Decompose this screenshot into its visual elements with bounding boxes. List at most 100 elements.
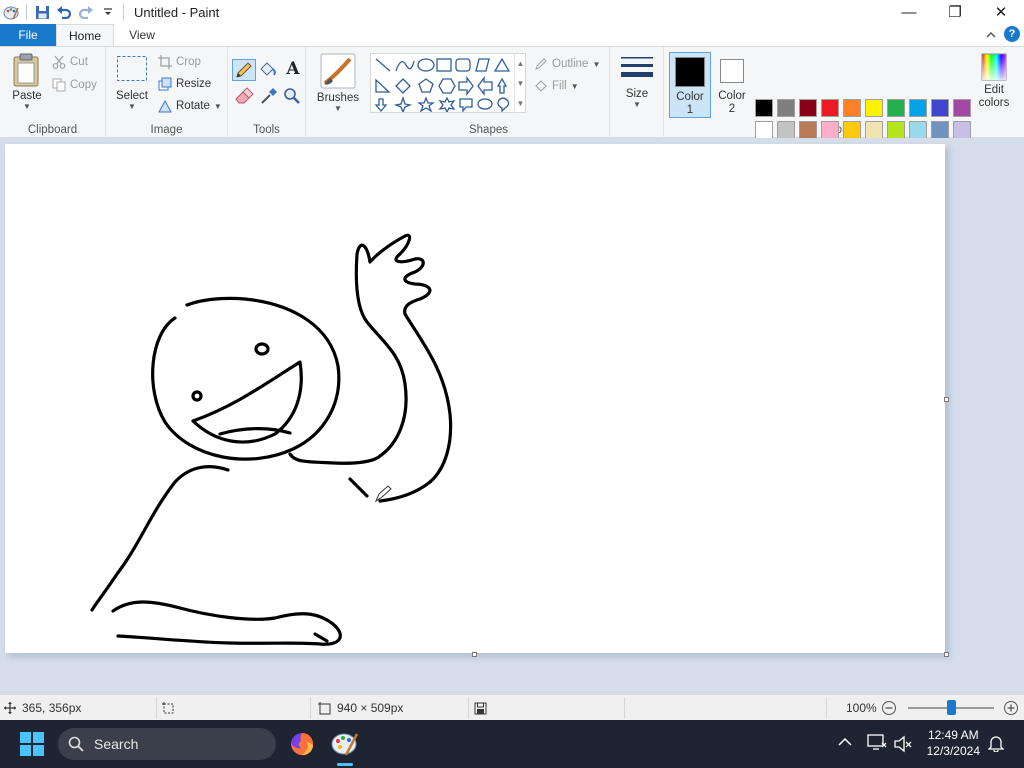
- palette-color-swatch[interactable]: [953, 121, 971, 139]
- save-icon[interactable]: [31, 1, 53, 23]
- bell-icon: [987, 736, 1005, 753]
- canvas-resize-handle-right[interactable]: [944, 397, 949, 402]
- undo-icon[interactable]: [53, 1, 75, 23]
- clipboard-group: Paste ▼ Cut Copy Clipboard: [0, 47, 106, 138]
- tab-home[interactable]: Home: [56, 24, 114, 47]
- gallery-scroll-down-icon[interactable]: ▼: [517, 79, 525, 88]
- network-tray[interactable]: [867, 734, 887, 755]
- drawing-canvas[interactable]: [5, 144, 945, 653]
- zoom-slider-thumb[interactable]: [946, 700, 956, 715]
- size-group: Size ▼: [610, 47, 664, 138]
- zoom-in-button[interactable]: [1003, 695, 1019, 721]
- palette-color-swatch[interactable]: [887, 121, 905, 139]
- palette-color-swatch[interactable]: [865, 121, 883, 139]
- palette-color-swatch[interactable]: [953, 99, 971, 117]
- tab-view[interactable]: View: [114, 24, 170, 46]
- collapse-ribbon-chevron-icon[interactable]: [986, 27, 996, 41]
- paste-dropdown-icon: ▼: [23, 102, 31, 111]
- palette-color-swatch[interactable]: [821, 121, 839, 139]
- curve-shape-icon: [395, 60, 415, 72]
- text-tool[interactable]: A: [282, 59, 304, 81]
- rotate-button[interactable]: Rotate ▼: [158, 99, 222, 113]
- rotate-icon: [158, 99, 172, 113]
- select-rectangle-icon: [117, 56, 147, 81]
- fill-tool[interactable]: [258, 60, 280, 80]
- notifications-button[interactable]: [987, 734, 1005, 755]
- right-triangle-shape-icon: [375, 78, 391, 93]
- gallery-scroll-up-icon[interactable]: ▲: [517, 59, 525, 68]
- canvas-resize-handle-corner[interactable]: [944, 652, 949, 657]
- tab-file[interactable]: File: [0, 24, 56, 46]
- taskbar-firefox[interactable]: [289, 731, 315, 760]
- palette-color-swatch[interactable]: [799, 99, 817, 117]
- stick-figure-drawing: [90, 233, 453, 646]
- size-button[interactable]: Size ▼: [618, 53, 656, 119]
- palette-color-swatch[interactable]: [777, 99, 795, 117]
- palette-color-swatch[interactable]: [777, 121, 795, 139]
- palette-color-swatch[interactable]: [821, 99, 839, 117]
- right-arrow-shape-icon: [458, 76, 474, 96]
- zoom-in-icon: [1004, 701, 1018, 715]
- show-hidden-icons-button[interactable]: [838, 736, 852, 750]
- fill-button[interactable]: Fill ▼: [534, 79, 579, 93]
- edit-colors-button[interactable]: Edit colors: [976, 53, 1012, 119]
- customize-toolbar-chevron-icon[interactable]: [97, 1, 119, 23]
- gallery-expand-icon[interactable]: ▼: [517, 99, 525, 108]
- cut-button[interactable]: Cut: [52, 55, 88, 69]
- paste-button[interactable]: Paste ▼: [8, 53, 46, 111]
- palette-color-swatch[interactable]: [843, 99, 861, 117]
- rectangle-shape-icon: [436, 58, 452, 72]
- palette-color-swatch[interactable]: [755, 99, 773, 117]
- help-button[interactable]: ?: [1004, 26, 1020, 42]
- clock-date: 12/3/2024: [926, 744, 980, 758]
- taskbar-paint[interactable]: [331, 730, 359, 766]
- eraser-tool[interactable]: [234, 87, 256, 107]
- clock-time: 12:49 AM: [927, 728, 979, 742]
- color-picker-tool[interactable]: [258, 87, 280, 107]
- maximize-button[interactable]: ❐: [932, 0, 978, 24]
- palette-color-swatch[interactable]: [843, 121, 861, 139]
- diamond-shape-icon: [395, 78, 411, 94]
- crop-icon: [158, 55, 172, 69]
- paint-app-icon[interactable]: [0, 1, 22, 23]
- canvas-resize-handle-bottom[interactable]: [472, 652, 477, 657]
- outline-button[interactable]: Outline ▼: [534, 57, 600, 71]
- taskbar-search[interactable]: Search: [58, 728, 276, 760]
- shapes-gallery[interactable]: [370, 53, 526, 113]
- palette-color-swatch[interactable]: [931, 121, 949, 139]
- palette-color-swatch[interactable]: [799, 121, 817, 139]
- taskbar-clock[interactable]: 12:49 AM 12/3/2024: [927, 727, 980, 759]
- color-spectrum-icon: [981, 53, 1007, 81]
- volume-tray[interactable]: [894, 735, 912, 756]
- cut-label: Cut: [70, 56, 88, 68]
- network-monitor-icon: [867, 734, 887, 750]
- six-point-star-shape-icon: [438, 96, 456, 112]
- minimize-button[interactable]: —: [886, 0, 932, 24]
- crop-button[interactable]: Crop: [158, 55, 201, 69]
- select-button[interactable]: Select ▼: [114, 55, 150, 113]
- palette-color-swatch[interactable]: [887, 99, 905, 117]
- palette-color-swatch[interactable]: [909, 121, 927, 139]
- down-arrow-shape-icon: [374, 98, 388, 112]
- resize-button[interactable]: Resize: [158, 77, 211, 91]
- start-button[interactable]: [20, 732, 44, 759]
- zoom-out-button[interactable]: [881, 695, 897, 721]
- pencil-tool[interactable]: [232, 59, 256, 81]
- fill-bucket-icon: [535, 80, 547, 92]
- close-button[interactable]: ✕: [978, 0, 1024, 24]
- pentagon-shape-icon: [418, 78, 434, 93]
- search-placeholder: Search: [94, 736, 139, 752]
- line-shape-icon: [375, 58, 391, 72]
- status-bar: 365, 356px 940 × 509px 100%: [0, 694, 1024, 720]
- rounded-rectangle-shape-icon: [455, 58, 471, 72]
- copy-button[interactable]: Copy: [52, 78, 97, 92]
- palette-color-swatch[interactable]: [755, 121, 773, 139]
- shapes-gallery-scroll[interactable]: ▲ ▼ ▼: [514, 53, 526, 113]
- magnifier-tool[interactable]: [282, 87, 304, 107]
- redo-icon[interactable]: [75, 1, 97, 23]
- palette-color-swatch[interactable]: [931, 99, 949, 117]
- palette-color-swatch[interactable]: [909, 99, 927, 117]
- ribbon: Paste ▼ Cut Copy Clipboard Select ▼ Crop…: [0, 46, 1024, 161]
- brushes-button[interactable]: Brushes ▼: [314, 53, 362, 119]
- palette-color-swatch[interactable]: [865, 99, 883, 117]
